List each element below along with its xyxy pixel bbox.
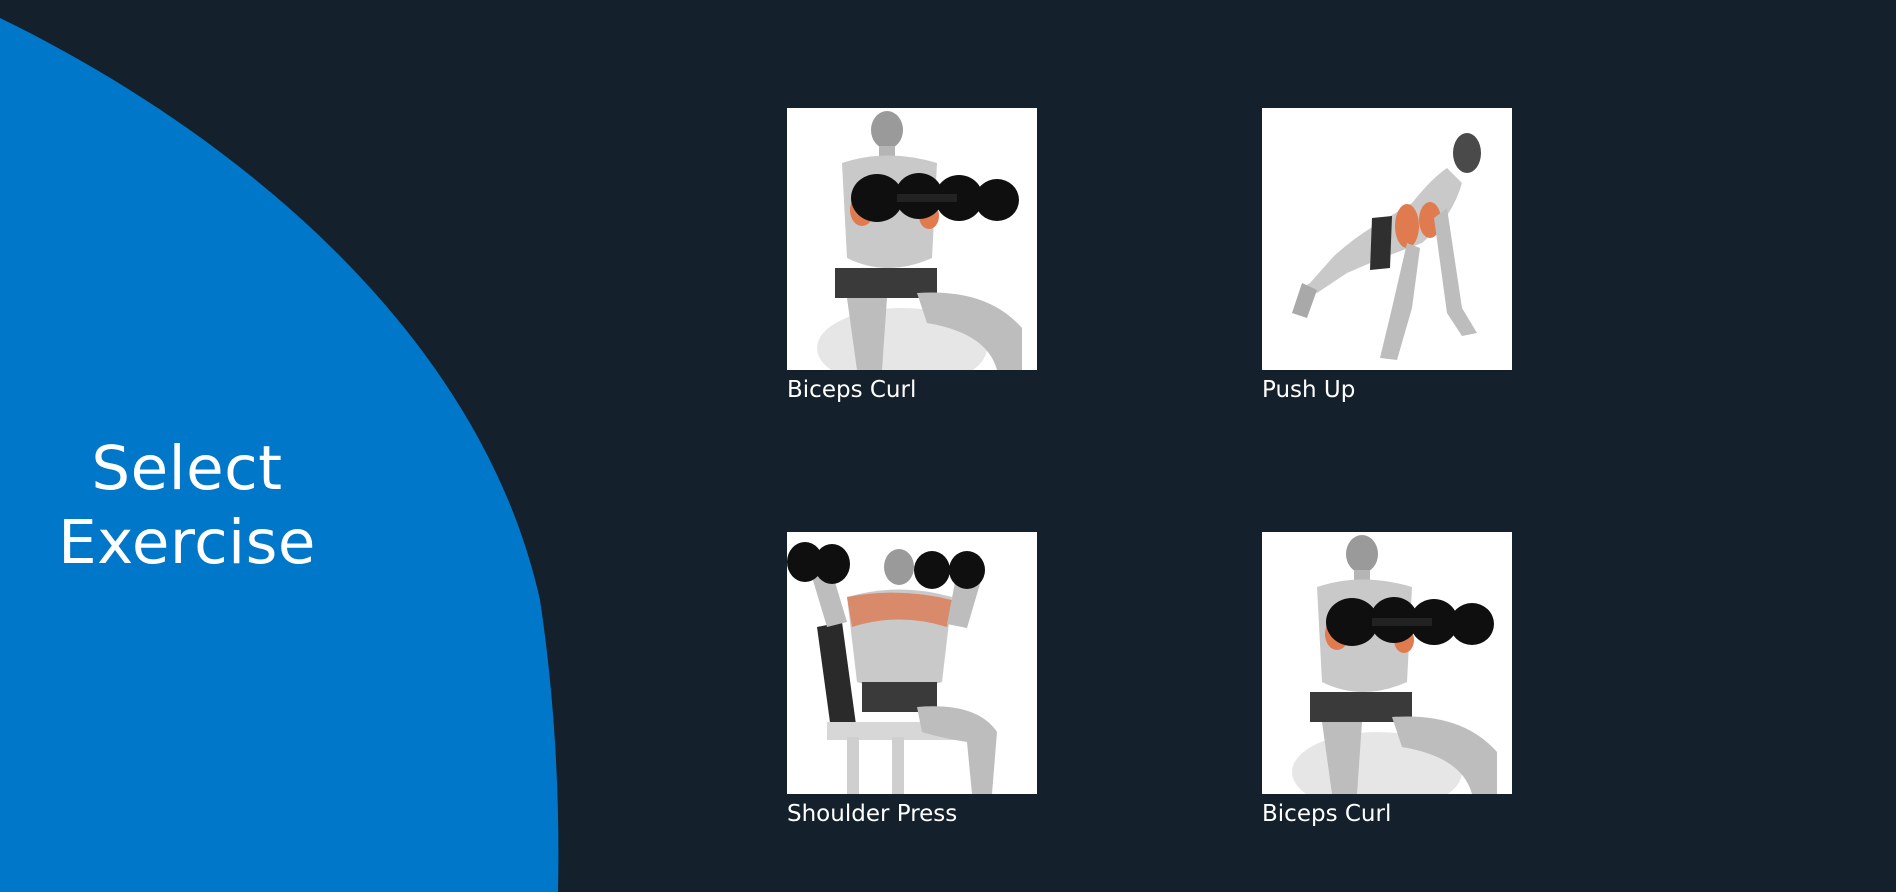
biceps-curl-image[interactable] <box>787 108 1037 370</box>
exercise-selection-screen: Select Exercise Biceps Curl Push Up Shou… <box>0 0 1896 892</box>
shoulder-press-image[interactable] <box>787 532 1037 794</box>
exercise-card-shoulder-press[interactable]: Shoulder Press <box>787 532 1037 828</box>
exercise-label: Push Up <box>1262 377 1356 403</box>
exercise-card-push-up[interactable]: Push Up <box>1262 108 1512 404</box>
exercise-label: Biceps Curl <box>787 377 917 403</box>
exercise-label: Biceps Curl <box>1262 801 1392 827</box>
page-title: Select Exercise <box>40 432 334 580</box>
exercise-label: Shoulder Press <box>787 801 958 827</box>
exercise-card-biceps-curl-2[interactable]: Biceps Curl <box>1262 532 1512 828</box>
page-title-line-1: Select <box>91 433 283 504</box>
push-up-image[interactable] <box>1262 108 1512 370</box>
page-title-line-2: Exercise <box>58 507 316 578</box>
exercise-card-biceps-curl[interactable]: Biceps Curl <box>787 108 1037 404</box>
biceps-curl-image[interactable] <box>1262 532 1512 794</box>
